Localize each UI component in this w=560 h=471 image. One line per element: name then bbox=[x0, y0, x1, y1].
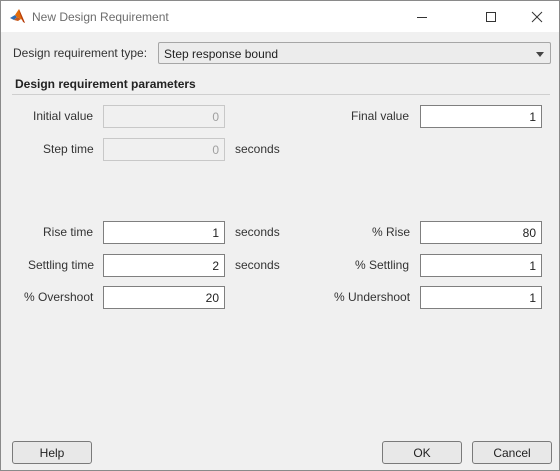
close-button[interactable] bbox=[514, 1, 560, 32]
step-time-label: Step time bbox=[43, 142, 94, 156]
initial-value-label: Initial value bbox=[33, 109, 94, 123]
chevron-down-icon bbox=[534, 48, 546, 60]
requirement-type-dropdown[interactable]: Step response bound bbox=[158, 42, 551, 64]
percent-overshoot-label: % Overshoot bbox=[24, 290, 94, 304]
dialog-window: New Design Requirement Design requiremen… bbox=[0, 0, 560, 471]
rise-time-field[interactable] bbox=[103, 221, 225, 244]
step-time-unit: seconds bbox=[235, 142, 280, 156]
settling-time-field[interactable] bbox=[103, 254, 225, 277]
section-title: Design requirement parameters bbox=[15, 77, 196, 91]
percent-undershoot-label: % Undershoot bbox=[334, 290, 411, 304]
requirement-type-value: Step response bound bbox=[164, 47, 279, 61]
percent-overshoot-field[interactable] bbox=[103, 286, 225, 309]
requirement-type-label: Design requirement type: bbox=[13, 46, 148, 60]
ok-button[interactable]: OK bbox=[382, 441, 462, 464]
dialog-content: Design requirement type: Step response b… bbox=[1, 32, 559, 470]
maximize-button[interactable] bbox=[468, 1, 514, 32]
percent-rise-field[interactable] bbox=[420, 221, 542, 244]
section-divider bbox=[12, 94, 550, 95]
percent-settling-field[interactable] bbox=[420, 254, 542, 277]
final-value-label: Final value bbox=[351, 109, 410, 123]
maximize-icon bbox=[485, 11, 497, 23]
close-icon bbox=[531, 11, 543, 23]
rise-time-unit: seconds bbox=[235, 225, 280, 239]
final-value-field[interactable] bbox=[420, 105, 542, 128]
percent-rise-label: % Rise bbox=[372, 225, 411, 239]
rise-time-label: Rise time bbox=[43, 225, 94, 239]
minimize-button[interactable] bbox=[399, 1, 445, 32]
initial-value-field bbox=[103, 105, 225, 128]
help-button[interactable]: Help bbox=[12, 441, 92, 464]
percent-undershoot-field[interactable] bbox=[420, 286, 542, 309]
cancel-button[interactable]: Cancel bbox=[472, 441, 552, 464]
settling-time-unit: seconds bbox=[235, 258, 280, 272]
minimize-icon bbox=[416, 11, 428, 23]
title-bar[interactable]: New Design Requirement bbox=[1, 1, 559, 32]
percent-settling-label: % Settling bbox=[355, 258, 410, 272]
window-title: New Design Requirement bbox=[32, 10, 169, 24]
settling-time-label: Settling time bbox=[28, 258, 95, 272]
matlab-logo-icon bbox=[9, 8, 26, 25]
step-time-field bbox=[103, 138, 225, 161]
